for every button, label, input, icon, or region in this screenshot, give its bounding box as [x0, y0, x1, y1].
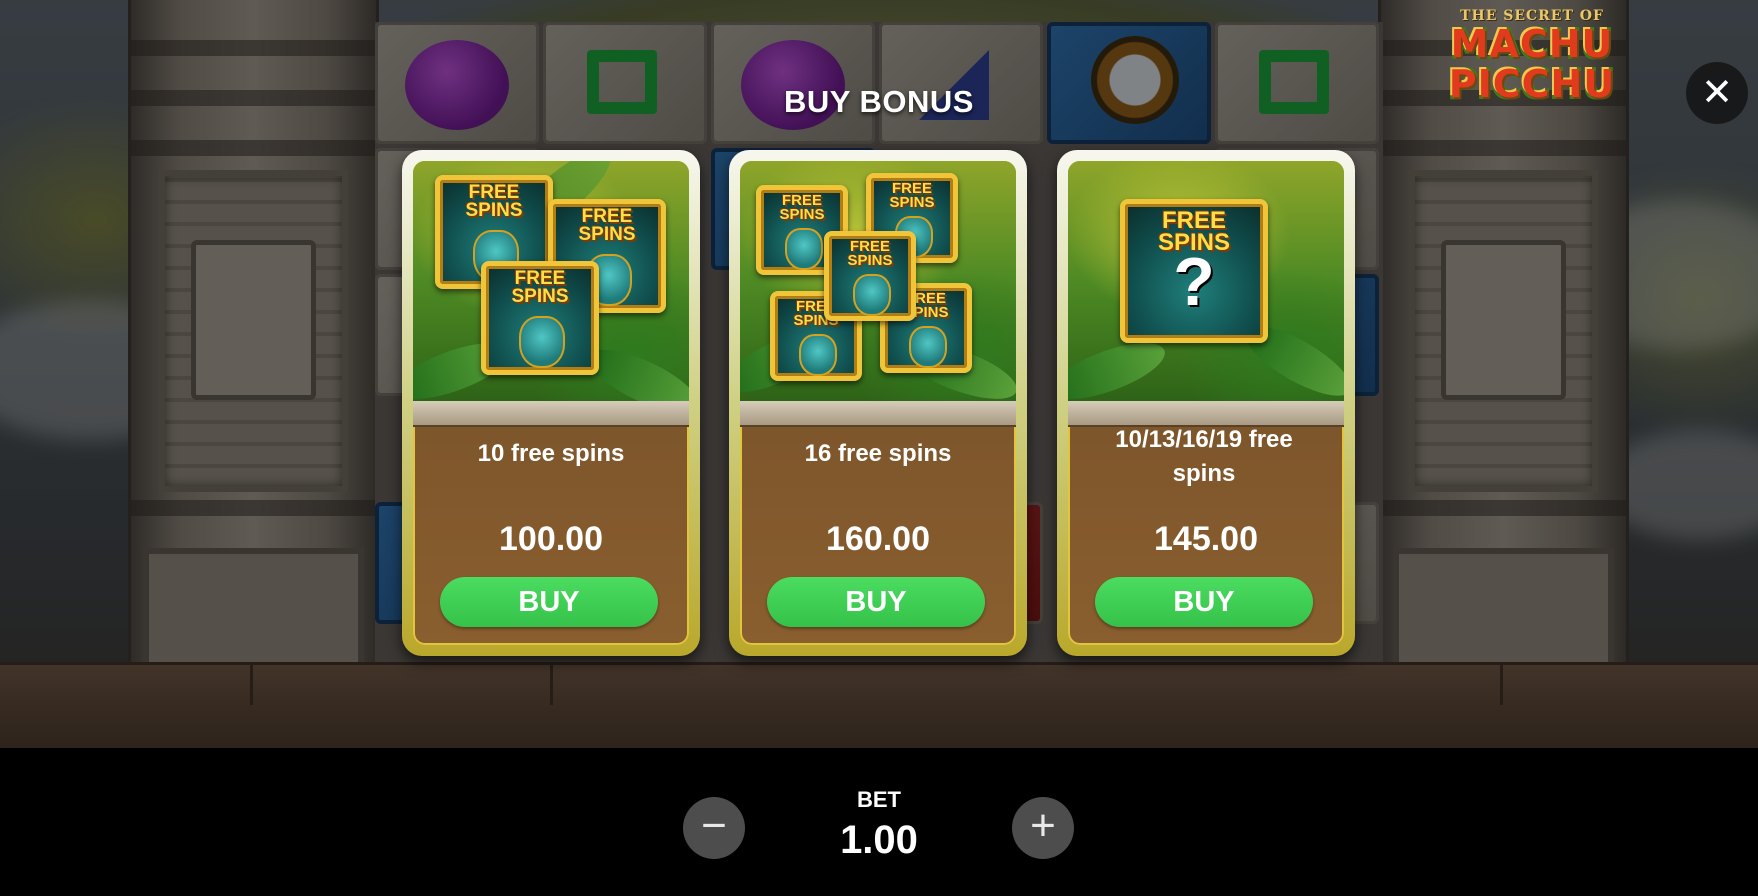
- bonus-option-card-2: FREE SPINS FREE SPINS FREE SPINS FREE SP…: [729, 150, 1027, 656]
- bonus-option-card-1: FREE SPINS FREE SPINS FREE SPINS 10 free…: [402, 150, 700, 656]
- bonus-option-label: 10/13/16/19 free spins: [1115, 426, 1293, 487]
- bonus-art-mystery-symbol: FREE SPINS ?: [1068, 161, 1344, 401]
- logo-title-line1: MACHU: [1450, 22, 1614, 66]
- stone-ledge: [740, 401, 1016, 427]
- free-spins-symbol: FREE SPINS: [824, 231, 916, 321]
- free-spins-symbol-text: FREE SPINS: [847, 238, 893, 269]
- bonus-option-label: 16 free spins: [804, 440, 952, 467]
- free-spins-mystery-symbol: FREE SPINS ?: [1120, 199, 1268, 343]
- stone-ledge: [413, 401, 689, 427]
- buy-button[interactable]: BUY: [440, 577, 658, 627]
- bonus-option-card-3: FREE SPINS ? 10/13/16/19 free spins 145.…: [1057, 150, 1355, 656]
- free-spins-symbol-text: FREE SPINS: [578, 206, 636, 245]
- bet-value: 1.00: [840, 818, 918, 862]
- bonus-art-5-symbols: FREE SPINS FREE SPINS FREE SPINS FREE SP…: [740, 161, 1016, 401]
- plus-icon: +: [1030, 801, 1056, 850]
- bonus-option-price: 145.00: [1154, 520, 1258, 558]
- free-spins-symbol-text: FREE SPINS: [889, 180, 935, 211]
- buy-bonus-title: BUY BONUS: [784, 84, 974, 119]
- buy-button[interactable]: BUY: [767, 577, 985, 627]
- free-spins-symbol-text: FREE SPINS: [465, 182, 523, 221]
- buy-button[interactable]: BUY: [1095, 577, 1313, 627]
- bonus-option-label: 10 free spins: [477, 440, 625, 467]
- free-spins-symbol: FREE SPINS: [481, 261, 599, 375]
- increase-bet-button[interactable]: +: [1012, 797, 1074, 859]
- bet-label: BET: [857, 787, 901, 812]
- free-spins-symbol-text: FREE SPINS: [779, 192, 825, 223]
- bonus-option-price: 100.00: [499, 520, 603, 558]
- question-mark-icon: ?: [1173, 243, 1215, 320]
- free-spins-symbol-text: FREE SPINS: [511, 268, 569, 307]
- bonus-option-price: 160.00: [826, 520, 930, 558]
- bonus-art-3-symbols: FREE SPINS FREE SPINS FREE SPINS: [413, 161, 689, 401]
